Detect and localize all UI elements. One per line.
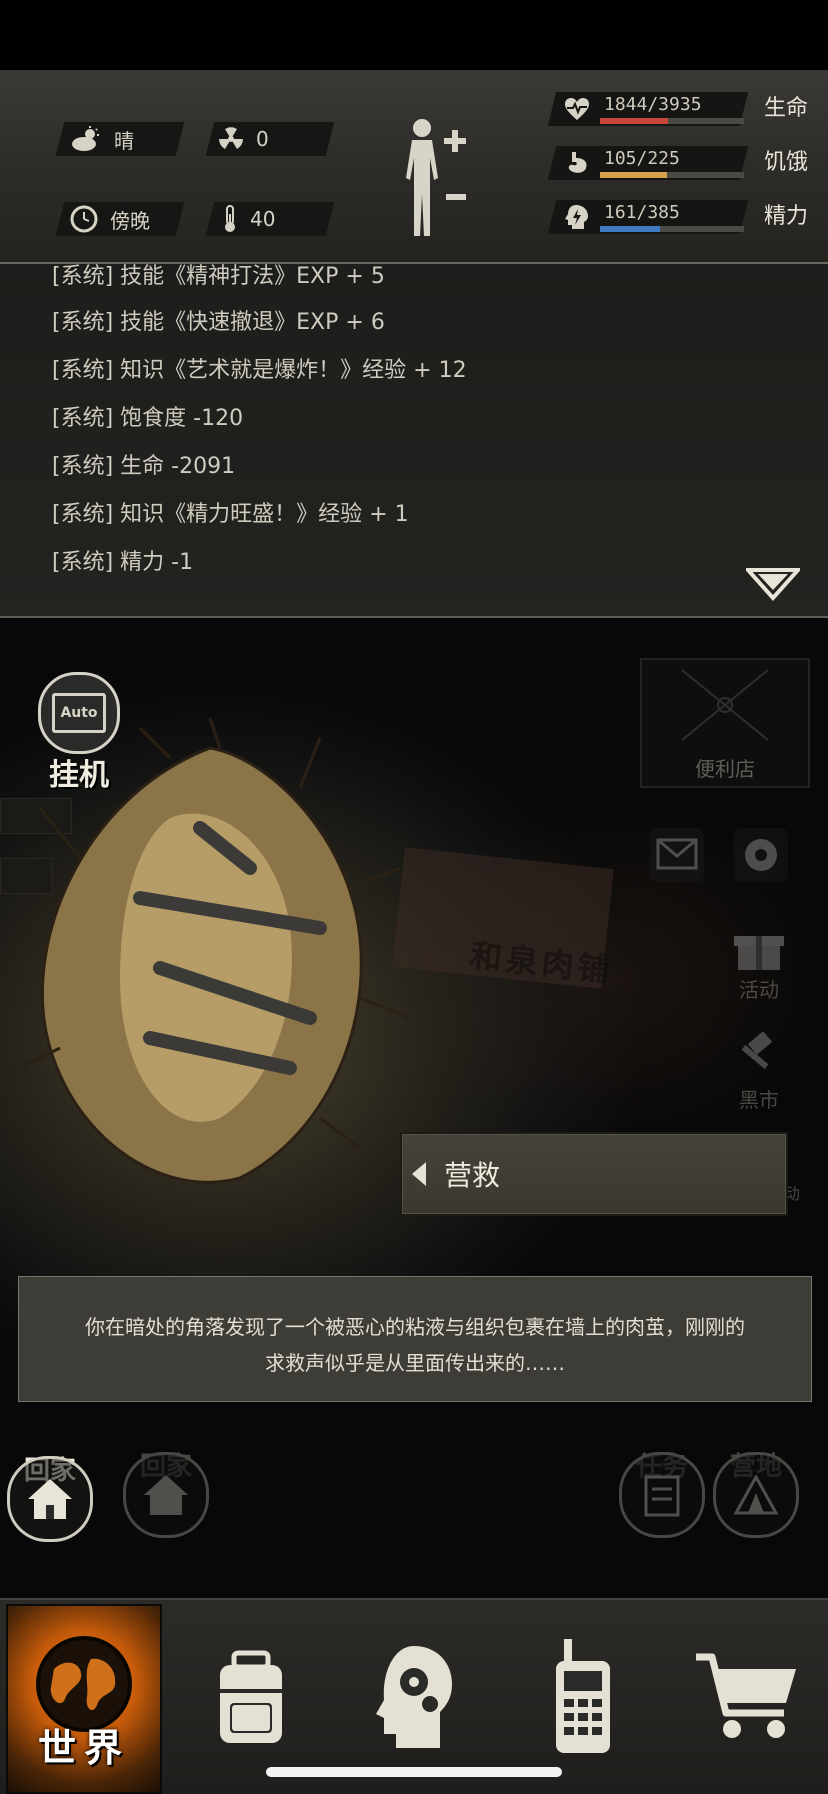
nav-radio[interactable] <box>508 1604 658 1790</box>
task-button[interactable]: 任务 <box>619 1452 705 1538</box>
log-line: [系统] 知识《精力旺盛！》经验 + 1 <box>52 502 409 527</box>
rescue-action-button[interactable]: 营救 <box>400 1132 788 1216</box>
log-line: [系统] 饱食度 -120 <box>52 406 244 431</box>
crosshair-icon <box>681 669 769 741</box>
tent-icon <box>713 1452 799 1538</box>
brain-gears-icon <box>376 1646 452 1748</box>
auto-icon-label: Auto <box>52 693 106 733</box>
bottom-nav: 世界 <box>0 1598 828 1794</box>
camp-button[interactable]: 营地 <box>713 1452 799 1538</box>
health-label: 生命 <box>763 96 808 121</box>
temperature-indicator[interactable]: 40 <box>222 202 275 236</box>
mail-button[interactable] <box>646 824 708 886</box>
hud-panel: 晴 0 傍晚 40 1844/3935 生命 105/225 饥饿 161/38… <box>0 70 828 264</box>
description-line: 求救声似乎是从里面传出来的…… <box>265 1351 565 1375</box>
backpack-icon <box>220 1650 282 1743</box>
nav-skills[interactable] <box>340 1604 490 1790</box>
stat-health: 1844/3935 生命 <box>547 88 808 132</box>
energy-value: 161/385 <box>604 202 680 223</box>
world-label: 世界 <box>37 1726 130 1770</box>
stat-hunger: 105/225 饥饿 <box>547 142 808 186</box>
temperature-value: 40 <box>250 207 276 231</box>
scene-view: 和泉肉铺 Auto 挂机 便利店 活动 黑市 营救 你在暗处的角落发现了一个被恶… <box>0 618 828 1598</box>
gavel-icon <box>741 1032 773 1069</box>
nav-backpack[interactable] <box>176 1604 326 1790</box>
log-line: [系统] 精力 -1 <box>52 550 194 575</box>
time-of-day-text: 傍晚 <box>110 208 150 233</box>
arrow-left-icon <box>412 1162 426 1186</box>
shopping-cart-icon <box>696 1653 796 1738</box>
stomach-icon <box>568 152 587 173</box>
thermometer-icon <box>225 205 235 232</box>
hunger-label: 饥饿 <box>763 150 808 175</box>
auto-icon: Auto <box>38 672 120 754</box>
body-status-button[interactable] <box>400 116 480 244</box>
health-bar <box>600 118 744 124</box>
activity-label: 活动 <box>739 978 779 1002</box>
rescue-label: 营救 <box>444 1159 501 1192</box>
human-body-icon <box>406 119 466 236</box>
collapse-log-icon[interactable] <box>746 566 800 602</box>
idle-label: 挂机 <box>49 758 109 793</box>
log-line: [系统] 技能《快速撤退》EXP + 6 <box>52 310 385 335</box>
stat-energy: 161/385 精力 <box>547 196 808 240</box>
time-indicator[interactable]: 傍晚 <box>70 202 150 236</box>
radiation-indicator[interactable]: 0 <box>218 122 269 156</box>
clipboard-icon <box>619 1452 705 1538</box>
house-icon <box>123 1452 209 1538</box>
weather-indicator[interactable]: 晴 <box>70 122 134 156</box>
message-log[interactable]: [系统] 技能《精神打法》EXP + 5 [系统] 技能《快速撤退》EXP + … <box>0 264 828 618</box>
walkie-talkie-icon <box>556 1639 610 1753</box>
description-line: 你在暗处的角落发现了一个被恶心的粘液与组织包裹在墙上的肉茧，刚刚的 <box>85 1315 745 1339</box>
hunger-bar <box>600 172 744 178</box>
nav-shop[interactable] <box>672 1604 822 1790</box>
radiation-icon <box>219 127 243 149</box>
event-description: 你在暗处的角落发现了一个被恶心的粘液与组织包裹在墙上的肉茧，刚刚的 求救声似乎是… <box>18 1276 812 1402</box>
house-icon <box>7 1456 93 1542</box>
home-indicator <box>266 1767 562 1777</box>
black-market-button[interactable]: 黑市 <box>734 1032 784 1113</box>
log-line: [系统] 生命 -2091 <box>52 454 236 479</box>
weather-text: 晴 <box>114 128 134 153</box>
gear-icon <box>734 828 788 882</box>
settings-button[interactable] <box>730 824 792 886</box>
heart-pulse-icon <box>565 98 589 120</box>
log-line: [系统] 知识《艺术就是爆炸！》经验 + 12 <box>52 358 467 383</box>
home-button-secondary[interactable]: 回家 <box>123 1452 209 1538</box>
activity-button[interactable]: 活动 <box>734 926 784 1003</box>
black-market-label: 黑市 <box>739 1088 779 1112</box>
radiation-value: 0 <box>256 127 269 151</box>
home-button[interactable]: 回家 <box>7 1456 93 1542</box>
nav-world[interactable]: 世界 <box>6 1604 162 1794</box>
clock-icon <box>70 205 98 233</box>
energy-bar <box>600 226 744 232</box>
energy-head-icon <box>565 205 588 229</box>
status-bar <box>0 0 828 70</box>
log-line: [系统] 技能《精神打法》EXP + 5 <box>52 264 385 289</box>
cloudy-sun-icon <box>72 126 99 151</box>
store-minimap[interactable]: 便利店 <box>640 658 810 788</box>
hunger-value: 105/225 <box>604 148 680 169</box>
store-label: 便利店 <box>695 757 755 781</box>
auto-idle-button[interactable]: Auto 挂机 <box>38 672 120 794</box>
mail-icon <box>650 828 704 882</box>
gift-icon <box>734 936 784 970</box>
health-value: 1844/3935 <box>604 94 702 115</box>
energy-label: 精力 <box>763 204 808 229</box>
